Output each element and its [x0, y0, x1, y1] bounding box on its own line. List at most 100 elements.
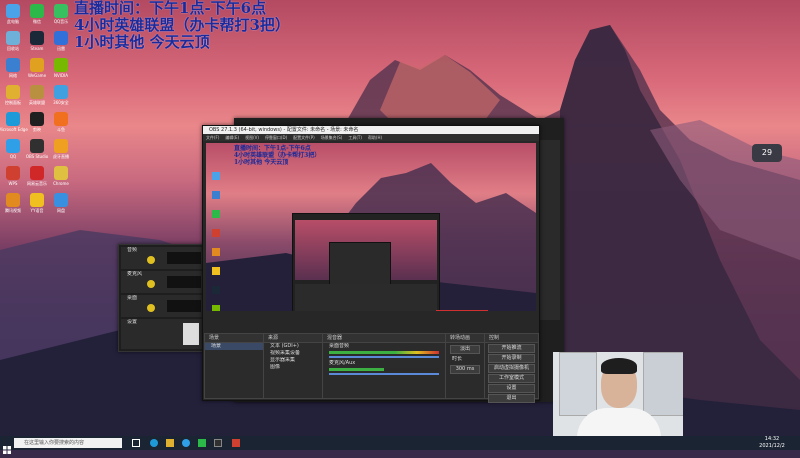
desktop-icon[interactable]: OBS Studio: [24, 137, 50, 163]
taskbar-search-input[interactable]: 在这里输入你要搜索的内容: [14, 438, 122, 448]
desktop-icon[interactable]: Microsoft Edge: [0, 110, 28, 136]
level-display: [167, 300, 201, 312]
desktop-icon[interactable]: WPS: [0, 164, 26, 190]
desktop-icon[interactable]: 虎牙直播: [48, 137, 74, 163]
transition-select[interactable]: 淡出: [450, 345, 480, 354]
app-icon: [30, 31, 44, 45]
obs-menu-item[interactable]: 停靠窗口(D): [262, 134, 290, 141]
preview-webcam: [436, 310, 488, 311]
control-button[interactable]: 开始录制: [488, 354, 535, 363]
desktop-icon-label: 网络: [9, 73, 17, 78]
wechat-icon[interactable]: [198, 439, 206, 447]
source-item-2[interactable]: 视频采集设备: [264, 350, 322, 357]
app-icon[interactable]: [232, 439, 240, 447]
side-widget[interactable]: 29: [752, 144, 782, 162]
app-icon: [54, 193, 68, 207]
obs-menu-item[interactable]: 配置文件(P): [290, 134, 318, 141]
source-item-1[interactable]: 文本 (GDI+): [264, 343, 322, 350]
desktop-icon[interactable]: Chrome: [48, 164, 74, 190]
folder-icon[interactable]: [166, 439, 174, 447]
clock-time: 14:32: [764, 436, 780, 442]
desktop-icon[interactable]: 剪映: [24, 110, 50, 136]
desktop-icon[interactable]: WeGame: [24, 56, 50, 82]
desktop-icon[interactable]: NVIDIA: [48, 56, 74, 82]
app-icon: [30, 193, 44, 207]
audio-mixer-window[interactable]: 音频 麦克风 桌面 设置: [118, 244, 206, 352]
scenes-header: 场景: [205, 334, 263, 343]
desktop-icon-label: 虎牙直播: [53, 154, 69, 159]
knob-icon[interactable]: [147, 256, 155, 264]
volume-slider[interactable]: [329, 373, 439, 375]
control-button[interactable]: 工作室模式: [488, 374, 535, 383]
obs-main-window[interactable]: OBS 27.1.3 (64-bit, windows) - 配置文件: 未命名…: [202, 125, 540, 403]
edge-browser-icon[interactable]: [182, 439, 190, 447]
desktop-icon[interactable]: 此电脑: [0, 2, 26, 28]
edge-icon[interactable]: [150, 439, 158, 447]
volume-slider[interactable]: [329, 356, 439, 358]
app-icon: [6, 58, 20, 72]
control-button[interactable]: 设置: [488, 384, 535, 393]
desktop-icon[interactable]: 网易云音乐: [24, 164, 50, 190]
desktop-icon-label: 微信: [33, 19, 41, 24]
obs-menu-item[interactable]: 帮助(H): [365, 134, 385, 141]
obs-menu-item[interactable]: 场景集合(S): [318, 134, 346, 141]
desktop-icon[interactable]: 腾讯视频: [0, 191, 26, 217]
preview-line-2: 4小时英雄联盟（办卡帮打3把）: [234, 152, 321, 159]
sources-header: 来源: [264, 334, 322, 343]
scene-item[interactable]: 场景: [205, 343, 263, 350]
desktop-icon[interactable]: 网络: [0, 56, 26, 82]
desktop-icon[interactable]: 迅雷: [48, 29, 74, 55]
desktop-icon[interactable]: 360安全: [48, 83, 74, 109]
desktop-icon[interactable]: YY语音: [24, 191, 50, 217]
obs-menu-item[interactable]: 工具(T): [345, 134, 365, 141]
duration-label: 时长: [452, 356, 463, 362]
desktop-icon-label: OBS Studio: [25, 154, 49, 159]
knob-icon[interactable]: [147, 280, 155, 288]
obs-taskbar-icon[interactable]: [214, 439, 222, 447]
desktop-icon[interactable]: 回收站: [0, 29, 26, 55]
mixer-strip-4: 设置: [121, 319, 203, 349]
source-item-4[interactable]: 图像: [264, 364, 322, 371]
desktop-icon[interactable]: 英雄联盟: [24, 83, 50, 109]
obs-preview[interactable]: 直播时间：下午1点-下午6点 4小时英雄联盟（办卡帮打3把） 1小时其他 今天云…: [206, 143, 536, 311]
app-icon: [6, 166, 20, 180]
obs-menu-item[interactable]: 编辑(E): [222, 134, 242, 141]
desktop-icon[interactable]: 微信: [24, 2, 50, 28]
side-toolbar: [538, 140, 560, 320]
app-icon: [30, 4, 44, 18]
knob-icon[interactable]: [147, 304, 155, 312]
level-display: [167, 252, 201, 264]
control-button[interactable]: 退出: [488, 394, 535, 403]
sources-dock: 来源 文本 (GDI+) 视频采集设备 显示器采集 图像: [263, 333, 323, 399]
task-view-icon[interactable]: [132, 439, 140, 447]
audio-meter: [329, 368, 439, 371]
desktop-icon[interactable]: 控制面板: [0, 83, 26, 109]
desktop-icon-label: 网易云音乐: [27, 181, 47, 186]
nested-obs-window: [292, 213, 440, 311]
source-item-3[interactable]: 显示器采集: [264, 357, 322, 364]
desktop-icon[interactable]: QQ: [0, 137, 26, 163]
wall-painting: [559, 352, 597, 416]
preview-desktop-icons: [210, 167, 232, 311]
desktop-icon-label: Steam: [30, 46, 44, 51]
desktop-icon-label: 网盘: [57, 208, 65, 213]
obs-menu-item[interactable]: 视图(V): [242, 134, 262, 141]
controls-list: 开始推流 开始录制 启动虚拟摄像机 工作室模式 设置 退出: [485, 344, 538, 403]
desktop-icon[interactable]: 网盘: [48, 191, 74, 217]
app-icon: [30, 85, 44, 99]
control-button[interactable]: 开始推流: [488, 344, 535, 353]
desktop-icon-label: 剪映: [33, 127, 41, 132]
windows-start-icon[interactable]: [3, 439, 11, 454]
schedule-line-2: 4小时英雄联盟（办卡帮打3把）: [74, 16, 290, 34]
obs-menu-item[interactable]: 文件(F): [203, 134, 222, 141]
control-button[interactable]: 启动虚拟摄像机: [488, 364, 535, 373]
desktop-icon[interactable]: Steam: [24, 29, 50, 55]
desktop-icon[interactable]: QQ音乐: [48, 2, 74, 28]
taskbar-clock[interactable]: 14:32 2021/12/2: [752, 436, 792, 450]
duration-input[interactable]: 300 ms: [450, 365, 480, 374]
preview-overlay-text: 直播时间：下午1点-下午6点 4小时英雄联盟（办卡帮打3把） 1小时其他 今天云…: [234, 145, 320, 166]
desktop-icon[interactable]: 斗鱼: [48, 110, 74, 136]
taskbar: 在这里输入你要搜索的内容 14:32 2021/12/2: [0, 436, 800, 454]
mixer-mic: 麦克风/Aux: [329, 360, 356, 366]
desktop-icon-label: NVIDIA: [54, 73, 68, 78]
